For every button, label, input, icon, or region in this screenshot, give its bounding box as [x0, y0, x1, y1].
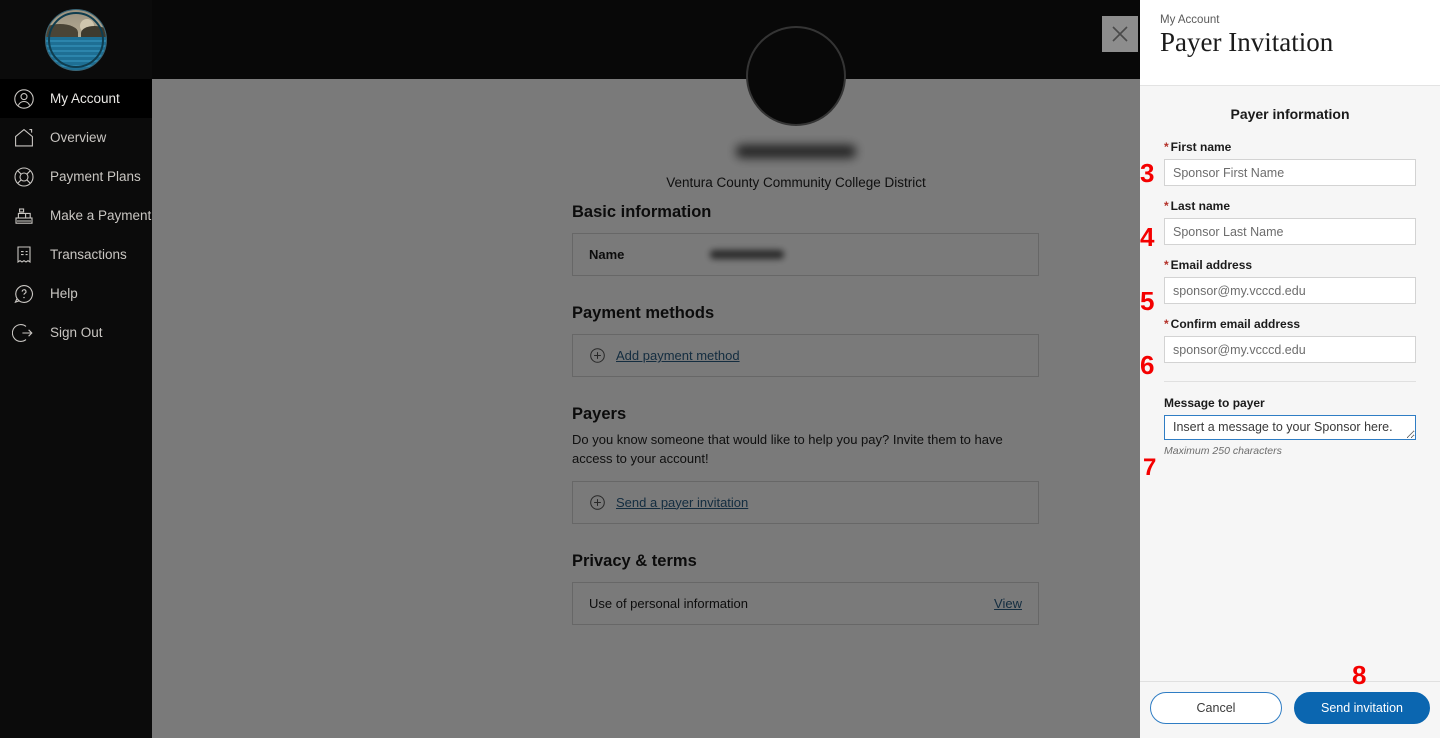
sidebar-item-help[interactable]: Help	[0, 274, 152, 313]
sidebar-item-my-account[interactable]: My Account	[0, 79, 152, 118]
required-marker: *	[1164, 317, 1169, 331]
required-marker: *	[1164, 258, 1169, 272]
sidebar-item-label: Make a Payment	[50, 208, 152, 223]
sidebar-item-payment-plans[interactable]: Payment Plans	[0, 157, 152, 196]
cancel-button[interactable]: Cancel	[1150, 692, 1282, 724]
annotation-number-4: 4	[1140, 222, 1155, 252]
message-label: Message to payer	[1164, 396, 1265, 410]
message-textarea[interactable]: Insert a message to your Sponsor here.	[1164, 415, 1416, 440]
sidebar-item-label: Sign Out	[50, 325, 103, 340]
home-icon	[12, 126, 36, 150]
required-marker: *	[1164, 199, 1169, 213]
payer-invitation-panel: My Account Payer Invitation Payer inform…	[1102, 0, 1440, 738]
annotation-number-6: 6	[1140, 350, 1155, 380]
register-icon	[12, 204, 36, 228]
email-field-group: * Email address	[1164, 258, 1416, 304]
annotation-number-8: 8	[1352, 660, 1367, 690]
first-name-label: * First name	[1164, 140, 1232, 154]
annotation-number-5: 5	[1140, 286, 1155, 316]
last-name-label: * Last name	[1164, 199, 1231, 213]
sign-out-icon	[12, 321, 36, 345]
first-name-field-group: * First name	[1164, 140, 1416, 186]
modal-overlay[interactable]	[152, 0, 1140, 738]
send-invitation-button[interactable]: Send invitation	[1294, 692, 1430, 724]
lifebuoy-icon	[12, 165, 36, 189]
app-root: My Account Overview Payment Plans Make a…	[0, 0, 1440, 738]
user-circle-icon	[12, 87, 36, 111]
confirm-email-input[interactable]	[1164, 336, 1416, 363]
help-icon	[12, 282, 36, 306]
sidebar-item-overview[interactable]: Overview	[0, 118, 152, 157]
confirm-email-field-group: * Confirm email address	[1164, 317, 1416, 363]
sidebar-item-label: Transactions	[50, 247, 127, 262]
sidebar: My Account Overview Payment Plans Make a…	[0, 0, 152, 738]
message-field-group: Message to payer Insert a message to you…	[1164, 396, 1416, 457]
sidebar-item-make-a-payment[interactable]: Make a Payment	[0, 196, 152, 235]
close-icon[interactable]	[1102, 16, 1138, 52]
annotation-number-7: 7	[1143, 454, 1157, 481]
logo-wrap	[0, 0, 152, 79]
sidebar-item-label: My Account	[50, 91, 120, 106]
panel-header: My Account Payer Invitation	[1140, 0, 1440, 86]
sidebar-item-sign-out[interactable]: Sign Out	[0, 313, 152, 352]
panel-body: Payer information *First name *Last name…	[1140, 86, 1440, 681]
sidebar-item-label: Overview	[50, 130, 107, 145]
vccd-seal-logo	[45, 8, 107, 71]
last-name-input[interactable]	[1164, 218, 1416, 245]
section-divider	[1164, 381, 1416, 382]
page-title: Payer Invitation	[1160, 27, 1334, 57]
annotation-number-3: 3	[1140, 158, 1155, 188]
message-hint: Maximum 250 characters	[1164, 445, 1282, 457]
payer-information-heading: Payer information	[1230, 106, 1350, 122]
sidebar-item-transactions[interactable]: Transactions	[0, 235, 152, 274]
sidebar-item-label: Payment Plans	[50, 169, 141, 184]
email-input[interactable]	[1164, 277, 1416, 304]
confirm-email-label: * Confirm email address	[1164, 317, 1301, 331]
receipt-icon	[12, 243, 36, 267]
required-marker: *	[1164, 140, 1169, 154]
last-name-field-group: * Last name	[1164, 199, 1416, 245]
panel-footer: Cancel Send invitation	[1140, 681, 1440, 738]
first-name-input[interactable]	[1164, 159, 1416, 186]
email-label: * Email address	[1164, 258, 1253, 272]
sidebar-item-label: Help	[50, 286, 78, 301]
breadcrumb: My Account	[1160, 14, 1220, 26]
